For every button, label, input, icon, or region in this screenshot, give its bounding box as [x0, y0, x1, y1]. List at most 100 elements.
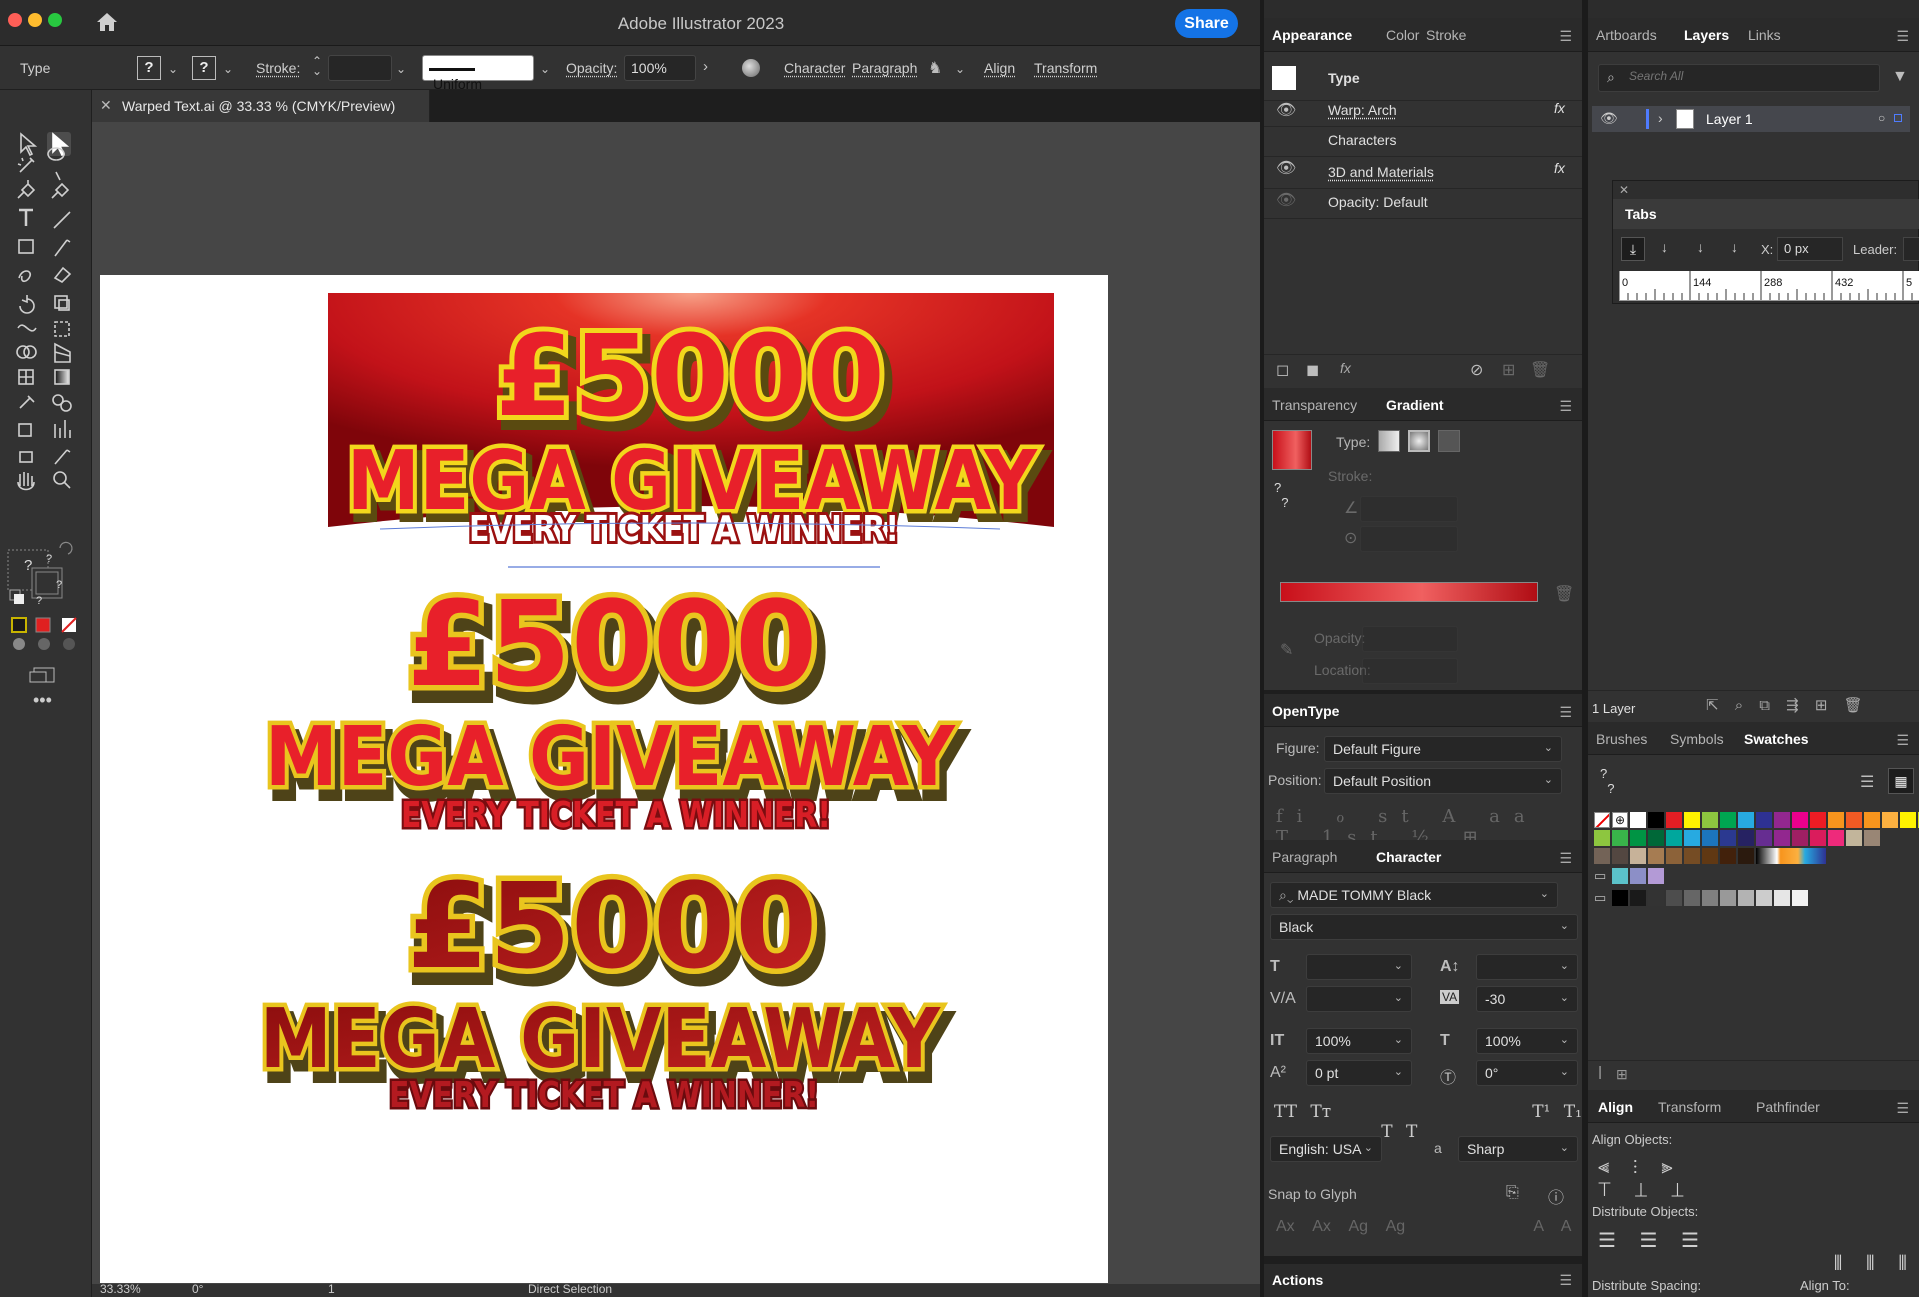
color-swatch[interactable]: [1756, 812, 1772, 828]
swatch-folder-icon[interactable]: ▭: [1594, 868, 1606, 884]
color-swatch[interactable]: [1810, 830, 1826, 846]
opacity-field[interactable]: 100%: [624, 55, 696, 81]
character-link[interactable]: Character: [784, 60, 845, 76]
expand-chevron-icon[interactable]: ›: [1658, 110, 1663, 126]
color-swatch[interactable]: [1774, 890, 1790, 906]
gradient-slider[interactable]: [1280, 582, 1538, 602]
color-swatch[interactable]: [1684, 848, 1700, 864]
color-swatch[interactable]: [1684, 812, 1700, 828]
filter-icon[interactable]: ▼: [1892, 68, 1908, 86]
tracking-field[interactable]: -30 ⌄: [1476, 986, 1578, 1012]
color-swatch[interactable]: [1882, 812, 1898, 828]
color-swatch[interactable]: [1864, 812, 1880, 828]
layer-name[interactable]: Layer 1: [1706, 111, 1753, 127]
opacity-item[interactable]: Opacity: Default: [1328, 194, 1428, 210]
color-swatch[interactable]: [1594, 830, 1610, 846]
chevron-down-icon[interactable]: ⌄: [223, 62, 233, 76]
linear-gradient-button[interactable]: [1378, 430, 1400, 452]
tab-actions[interactable]: Actions: [1272, 1272, 1323, 1288]
color-swatch[interactable]: [1684, 890, 1700, 906]
puppet-warp-icon[interactable]: ♞: [928, 58, 942, 78]
color-swatch[interactable]: [1738, 812, 1754, 828]
edit-toolbar-button[interactable]: [30, 690, 56, 716]
vertical-scale-field[interactable]: 100% ⌄: [1306, 1028, 1412, 1054]
tab-layers[interactable]: Layers: [1684, 27, 1729, 43]
eye-icon[interactable]: 👁: [1600, 110, 1618, 127]
stroke-label[interactable]: Stroke:: [256, 60, 300, 76]
panel-menu-icon[interactable]: ☰: [1559, 850, 1572, 867]
color-swatch[interactable]: [1702, 848, 1718, 864]
color-swatch[interactable]: [1864, 830, 1880, 846]
color-swatch[interactable]: [1612, 868, 1628, 884]
share-button[interactable]: Share: [1175, 9, 1238, 38]
panel-menu-icon[interactable]: ☰: [1559, 1272, 1572, 1289]
baseline-shift-field[interactable]: 0 pt ⌄: [1306, 1060, 1412, 1086]
panel-menu-icon[interactable]: ☰: [1559, 398, 1572, 415]
clear-appearance-icon[interactable]: ⊘: [1470, 360, 1483, 380]
chevron-down-icon[interactable]: ⌄: [168, 62, 178, 76]
tab-x-field[interactable]: 0 px: [1777, 237, 1843, 261]
add-stroke-icon[interactable]: ◻: [1276, 360, 1289, 380]
eye-icon[interactable]: 👁: [1276, 158, 1296, 178]
canvas-area[interactable]: £5000 £5000 MEGA GIVEAWAY MEGA GIVEAWAY …: [92, 122, 1260, 1297]
chevron-down-icon[interactable]: ⌄: [955, 62, 965, 76]
direct-selection-tool[interactable]: [47, 132, 73, 158]
chevron-down-icon[interactable]: ⌄: [540, 62, 550, 76]
tab-transform[interactable]: Transform: [1658, 1099, 1721, 1115]
fill-unknown-swatch[interactable]: ?: [137, 56, 161, 80]
color-swatch[interactable]: [1774, 812, 1790, 828]
color-swatch[interactable]: [1720, 812, 1736, 828]
tab-brushes[interactable]: Brushes: [1596, 731, 1647, 747]
delete-stop-icon[interactable]: 🗑: [1554, 584, 1574, 604]
color-swatch[interactable]: [1720, 848, 1736, 864]
rotation-field[interactable]: 0°: [192, 1282, 203, 1296]
freeform-gradient-button[interactable]: [1438, 430, 1460, 452]
panel-menu-icon[interactable]: ☰: [1559, 28, 1572, 45]
eye-icon[interactable]: 👁: [1276, 100, 1296, 120]
selection-indicator[interactable]: [1894, 114, 1902, 122]
fill-stroke-unknown-icon[interactable]: ? ?: [1274, 480, 1288, 510]
figure-dropdown[interactable]: Default Figure ⌄: [1324, 736, 1562, 762]
zoom-level-field[interactable]: 33.33%: [100, 1282, 141, 1296]
duplicate-item-icon[interactable]: ⊞: [1502, 360, 1515, 380]
leading-field[interactable]: ⌄: [1476, 954, 1578, 980]
gradient-location-field[interactable]: [1362, 658, 1458, 684]
fx-icon[interactable]: fx: [1554, 100, 1565, 116]
artboard[interactable]: £5000 £5000 MEGA GIVEAWAY MEGA GIVEAWAY …: [100, 275, 1108, 1283]
font-family-dropdown[interactable]: ⌕⌄ MADE TOMMY Black ⌄: [1270, 882, 1558, 908]
color-swatch[interactable]: [1666, 890, 1682, 906]
color-swatch[interactable]: [1630, 830, 1646, 846]
stroke-profile-dropdown[interactable]: Uniform: [422, 55, 534, 81]
color-swatch[interactable]: [1666, 848, 1682, 864]
gradient-swatches[interactable]: [1756, 848, 1826, 864]
color-swatch[interactable]: [1810, 812, 1826, 828]
color-swatch[interactable]: [1684, 830, 1700, 846]
info-icon[interactable]: ⓘ: [1548, 1184, 1564, 1208]
antialias-dropdown[interactable]: Sharp ⌄: [1458, 1136, 1578, 1162]
align-link[interactable]: Align: [984, 60, 1015, 76]
swatch-none[interactable]: [1594, 812, 1610, 828]
tab-color[interactable]: Color: [1386, 27, 1419, 43]
add-effect-button[interactable]: fx: [1340, 360, 1351, 376]
glyph-options-icon[interactable]: ⎘: [1506, 1184, 1519, 1202]
eyedropper-icon[interactable]: ✎: [1280, 640, 1293, 660]
tab-transparency[interactable]: Transparency: [1272, 397, 1357, 413]
swatch-registration[interactable]: ⊕: [1612, 812, 1628, 828]
tab-opentype[interactable]: OpenType: [1272, 703, 1339, 719]
color-swatch[interactable]: [1756, 890, 1772, 906]
fx-icon[interactable]: fx: [1554, 160, 1565, 176]
right-tab-button[interactable]: ↓: [1697, 239, 1704, 255]
opacity-label[interactable]: Opacity:: [566, 60, 617, 76]
distribute-objects-buttons[interactable]: ☰ ☰ ☰ ⦀ ⦀ ⦀: [1598, 1228, 1914, 1276]
position-dropdown[interactable]: Default Position ⌄: [1324, 768, 1562, 794]
tab-character[interactable]: Character: [1376, 849, 1441, 865]
character-rotation-field[interactable]: 0° ⌄: [1476, 1060, 1578, 1086]
language-dropdown[interactable]: English: USA ⌄: [1270, 1136, 1382, 1162]
tab-stroke[interactable]: Stroke: [1426, 27, 1466, 43]
aspect-ratio-field[interactable]: [1360, 526, 1458, 552]
layers-footer-icons[interactable]: ⇱ ⌕ ⧉ ⇶ ⊞ 🗑: [1706, 696, 1863, 714]
selection-tool[interactable]: [15, 132, 41, 158]
left-tab-button[interactable]: ⤓: [1621, 237, 1645, 261]
layer-row[interactable]: 👁 › Layer 1 ○: [1592, 106, 1910, 132]
center-tab-button[interactable]: ↓: [1661, 239, 1668, 255]
